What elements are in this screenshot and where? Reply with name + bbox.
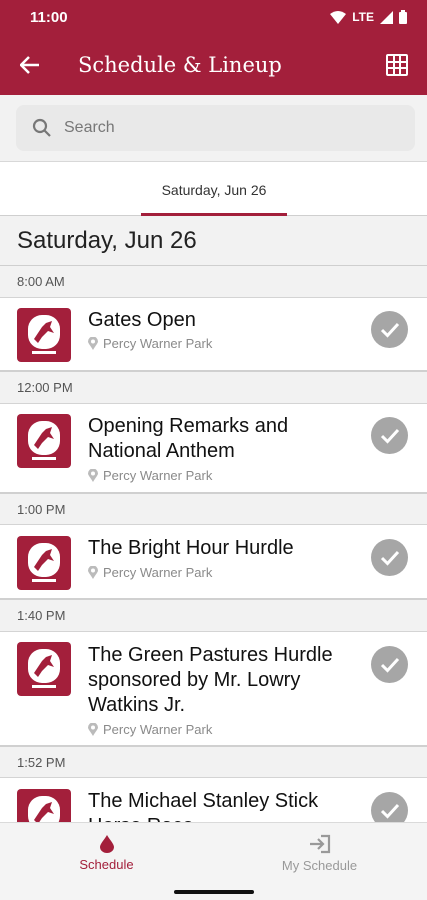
gesture-bar bbox=[0, 882, 427, 900]
bottom-nav: Schedule My Schedule bbox=[0, 822, 427, 882]
location-pin-icon bbox=[88, 337, 98, 350]
event-title: The Green Pastures Hurdle sponsored by M… bbox=[88, 644, 333, 716]
event-title: The Bright Hour Hurdle bbox=[88, 537, 294, 559]
add-to-schedule-button[interactable] bbox=[371, 539, 408, 576]
event-row[interactable]: The Green Pastures Hurdle sponsored by M… bbox=[0, 632, 427, 747]
time-label: 8:00 AM bbox=[17, 274, 65, 289]
venue-label: Percy Warner Park bbox=[103, 722, 213, 737]
event-venue: Percy Warner Park bbox=[88, 336, 212, 351]
home-gesture-pill[interactable] bbox=[174, 890, 254, 894]
checkmark-icon bbox=[380, 803, 399, 819]
nav-schedule[interactable]: Schedule bbox=[0, 823, 213, 883]
event-logo bbox=[17, 308, 71, 362]
day-heading: Saturday, Jun 26 bbox=[0, 216, 427, 266]
event-row[interactable]: The Bright Hour Hurdle Percy Warner Park bbox=[0, 525, 427, 600]
horse-jumper-logo-icon bbox=[28, 649, 60, 688]
back-button[interactable] bbox=[0, 34, 60, 95]
add-to-schedule-button[interactable] bbox=[371, 417, 408, 454]
nav-schedule-label: Schedule bbox=[79, 856, 134, 872]
time-header: 1:52 PM bbox=[0, 747, 427, 778]
page-title: Schedule & Lineup bbox=[78, 52, 282, 77]
search-input[interactable]: Search bbox=[16, 105, 415, 151]
checkmark-icon bbox=[380, 550, 399, 566]
event-venue: Percy Warner Park bbox=[88, 722, 212, 737]
status-icons: LTE bbox=[330, 10, 407, 24]
location-pin-icon bbox=[88, 469, 98, 482]
wifi-icon bbox=[330, 10, 347, 24]
event-venue: Percy Warner Park bbox=[88, 565, 212, 580]
checkmark-icon bbox=[380, 428, 399, 444]
horse-jumper-logo-icon bbox=[28, 315, 60, 354]
nav-my-schedule[interactable]: My Schedule bbox=[213, 823, 426, 883]
horse-jumper-logo-icon bbox=[28, 421, 60, 460]
grid-icon bbox=[386, 53, 408, 76]
day-tabs: Saturday, Jun 26 bbox=[0, 161, 427, 216]
network-type: LTE bbox=[352, 10, 374, 24]
drop-icon bbox=[99, 834, 114, 853]
event-logo bbox=[17, 536, 71, 590]
event-title: Opening Remarks and National Anthem bbox=[88, 415, 289, 462]
event-venue: Percy Warner Park bbox=[88, 468, 212, 483]
location-pin-icon bbox=[88, 723, 98, 736]
login-icon bbox=[309, 834, 330, 853]
search-icon bbox=[32, 118, 51, 137]
event-logo bbox=[17, 414, 71, 468]
status-time: 11:00 bbox=[30, 8, 68, 26]
horse-jumper-logo-icon bbox=[28, 543, 60, 582]
time-label: 1:52 PM bbox=[17, 754, 66, 770]
time-header: 1:40 PM bbox=[0, 600, 427, 632]
time-label: 12:00 PM bbox=[17, 380, 73, 395]
nav-my-schedule-label: My Schedule bbox=[281, 857, 358, 873]
status-bar: 11:00 LTE bbox=[0, 0, 427, 34]
app-bar: Schedule & Lineup bbox=[0, 34, 427, 95]
add-to-schedule-button[interactable] bbox=[371, 646, 408, 683]
add-to-schedule-button[interactable] bbox=[371, 311, 408, 348]
signal-icon bbox=[380, 10, 393, 24]
checkmark-icon bbox=[380, 322, 399, 338]
checkmark-icon bbox=[380, 657, 399, 673]
time-header: 1:00 PM bbox=[0, 494, 427, 525]
location-pin-icon bbox=[88, 566, 98, 579]
time-label: 1:40 PM bbox=[17, 608, 66, 623]
search-area: Search bbox=[0, 95, 427, 161]
time-header: 12:00 PM bbox=[0, 372, 427, 404]
search-placeholder: Search bbox=[64, 119, 115, 136]
tab-saturday[interactable]: Saturday, Jun 26 bbox=[141, 162, 287, 217]
event-row[interactable]: Gates Open Percy Warner Park bbox=[0, 298, 427, 372]
venue-label: Percy Warner Park bbox=[103, 565, 213, 580]
time-header: 8:00 AM bbox=[0, 266, 427, 298]
event-row[interactable]: Opening Remarks and National Anthem Perc… bbox=[0, 404, 427, 494]
arrow-left-icon bbox=[20, 55, 39, 74]
event-logo bbox=[17, 642, 71, 696]
event-title: Gates Open bbox=[88, 309, 196, 331]
time-label: 1:00 PM bbox=[17, 501, 66, 517]
grid-view-button[interactable] bbox=[367, 34, 427, 95]
venue-label: Percy Warner Park bbox=[103, 336, 213, 351]
battery-icon bbox=[399, 10, 407, 24]
venue-label: Percy Warner Park bbox=[103, 468, 213, 483]
